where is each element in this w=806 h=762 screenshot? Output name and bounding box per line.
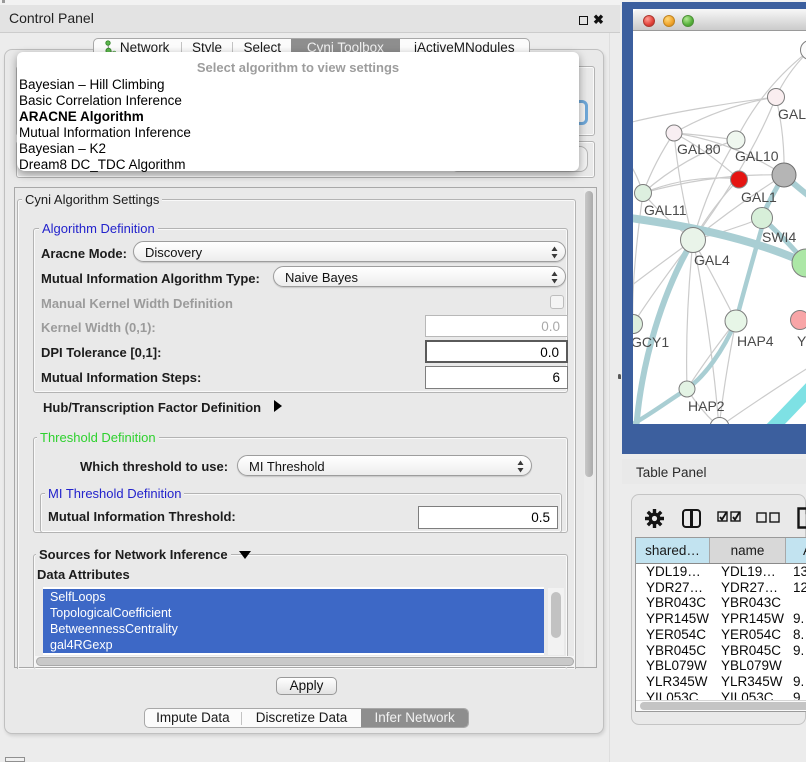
svg-text:HAP2: HAP2 bbox=[688, 398, 725, 414]
svg-text:GAL11: GAL11 bbox=[644, 202, 687, 218]
svg-text:SWI4: SWI4 bbox=[762, 229, 796, 245]
svg-text:GAL10: GAL10 bbox=[735, 148, 779, 164]
svg-text:GAL7: GAL7 bbox=[778, 106, 806, 122]
svg-text:GCY1: GCY1 bbox=[633, 334, 669, 350]
svg-text:GAL1: GAL1 bbox=[741, 189, 777, 205]
svg-text:GAL80: GAL80 bbox=[677, 141, 721, 157]
svg-text:HAP4: HAP4 bbox=[737, 333, 774, 349]
svg-text:GAL4: GAL4 bbox=[694, 252, 730, 268]
svg-text:YJ: YJ bbox=[797, 333, 806, 349]
